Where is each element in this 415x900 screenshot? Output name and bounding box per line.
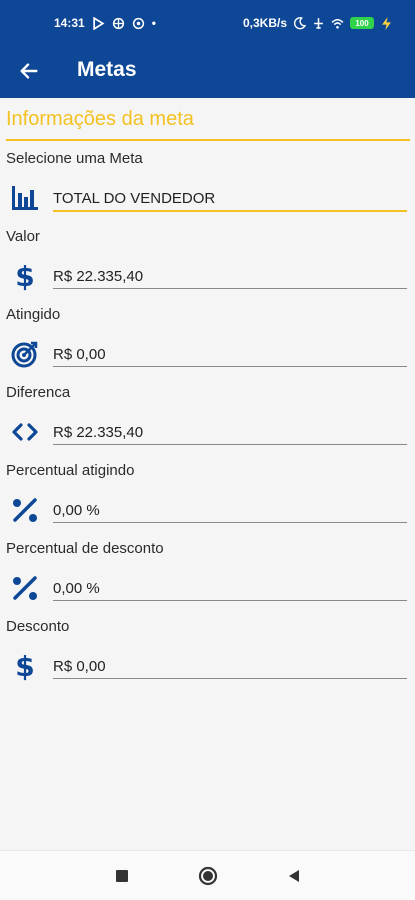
vpn-icon bbox=[112, 17, 124, 29]
section-title: Informações da meta bbox=[6, 108, 194, 130]
achieved-field-underline bbox=[53, 366, 407, 367]
play-store-icon bbox=[93, 16, 105, 30]
page-title: Metas bbox=[77, 58, 137, 81]
value-label: Valor bbox=[6, 228, 40, 245]
discount-percent-field-underline bbox=[53, 600, 407, 601]
achieved-field[interactable]: R$ 0,00 bbox=[53, 344, 407, 368]
bar-chart-icon bbox=[9, 182, 41, 214]
arrow-left-icon bbox=[20, 63, 38, 79]
sync-icon bbox=[132, 17, 144, 29]
square-icon bbox=[116, 870, 128, 882]
value-field[interactable]: R$ 22.335,40 bbox=[53, 266, 407, 290]
goal-select-label: Selecione uma Meta bbox=[6, 150, 143, 167]
system-nav-bar bbox=[0, 850, 415, 900]
difference-label: Diferenca bbox=[6, 384, 71, 401]
target-icon bbox=[9, 338, 41, 370]
percent-achieved-field-underline bbox=[53, 522, 407, 523]
goal-select-underline bbox=[53, 210, 407, 212]
clock: 14:31 bbox=[54, 16, 85, 30]
percent-icon bbox=[9, 572, 41, 604]
svg-text:$: $ bbox=[15, 651, 34, 681]
section-divider bbox=[6, 139, 410, 141]
percent-achieved-field[interactable]: 0,00 % bbox=[53, 500, 407, 524]
svg-text:$: $ bbox=[15, 261, 34, 291]
circle-icon bbox=[198, 866, 218, 886]
triangle-back-icon bbox=[289, 870, 299, 882]
battery-icon: 100 bbox=[350, 17, 374, 29]
network-speed: 0,3KB/s bbox=[242, 16, 287, 30]
app-bar: Metas bbox=[0, 44, 415, 98]
discount-field-underline bbox=[53, 678, 407, 679]
dollar-icon: $ bbox=[9, 260, 41, 292]
recents-button[interactable] bbox=[111, 865, 133, 887]
percent-icon bbox=[9, 494, 41, 526]
code-brackets-icon bbox=[9, 416, 41, 448]
home-button[interactable] bbox=[197, 865, 219, 887]
achieved-label: Atingido bbox=[6, 306, 61, 323]
difference-field-underline bbox=[53, 444, 407, 445]
moon-icon bbox=[293, 16, 306, 29]
status-bar: 14:31 • 0,3KB/s 100 bbox=[0, 0, 415, 44]
discount-label: Desconto bbox=[6, 618, 70, 635]
dollar-icon: $ bbox=[9, 650, 41, 682]
value-field-underline bbox=[53, 288, 407, 289]
airplane-icon bbox=[314, 17, 323, 29]
percent-achieved-label: Percentual atigindo bbox=[6, 462, 135, 479]
notification-dot-icon: • bbox=[151, 16, 156, 30]
difference-field[interactable]: R$ 22.335,40 bbox=[53, 422, 407, 446]
discount-field[interactable]: R$ 0,00 bbox=[53, 656, 407, 680]
back-button[interactable] bbox=[14, 56, 44, 86]
charging-icon bbox=[382, 16, 391, 30]
discount-percent-label: Percentual de desconto bbox=[6, 540, 164, 557]
discount-percent-field[interactable]: 0,00 % bbox=[53, 578, 407, 602]
nav-back-button[interactable] bbox=[283, 865, 305, 887]
goal-select[interactable]: TOTAL DO VENDEDOR bbox=[53, 188, 407, 212]
wifi-icon bbox=[331, 18, 344, 29]
